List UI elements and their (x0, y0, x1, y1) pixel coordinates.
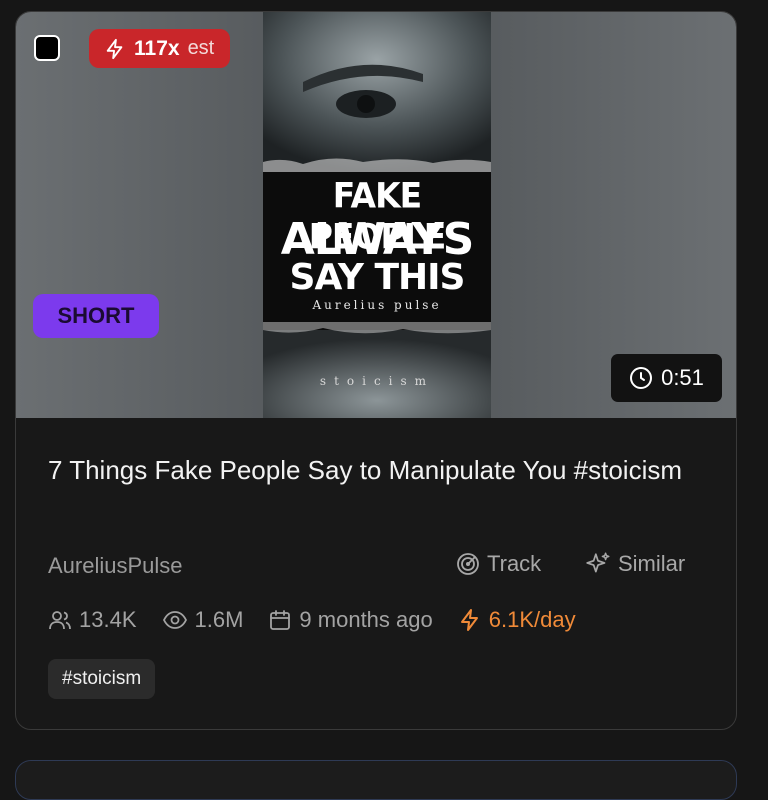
video-thumbnail[interactable]: FAKE PEOPLE ALWAYS SAY THIS Aurelius pul… (16, 12, 736, 418)
similar-label: Similar (618, 551, 686, 576)
daily-rate: 6.1K/day (488, 607, 576, 632)
clock-icon (630, 367, 653, 389)
published-stat: 9 months ago (268, 607, 433, 633)
estimate-badge: 117x est (89, 29, 231, 68)
select-checkbox[interactable] (34, 35, 60, 61)
video-card[interactable]: FAKE PEOPLE ALWAYS SAY THIS Aurelius pul… (15, 11, 737, 730)
channel-name[interactable]: AureliusPulse (48, 553, 183, 579)
estimate-value: 117x (134, 36, 180, 60)
radar-icon (457, 553, 479, 575)
published-date: 9 months ago (299, 607, 433, 632)
format-badge: SHORT (33, 294, 159, 338)
duration-text: 0:51 (661, 365, 704, 390)
tag-chip[interactable]: #stoicism (48, 659, 156, 699)
similar-button[interactable]: Similar (585, 551, 685, 577)
sparkle-icon (586, 552, 610, 573)
track-label: Track (487, 551, 542, 576)
views-count: 1.6M (194, 607, 244, 632)
estimate-suffix: est (187, 37, 215, 59)
poster-brand: Aurelius pulse (312, 298, 442, 312)
subscribers-stat: 13.4K (48, 607, 137, 633)
users-icon (49, 611, 71, 630)
bolt-icon (460, 609, 478, 631)
video-stats: 13.4K 1.6M 9 months ago 6.1K/day (48, 605, 601, 635)
subscribers-count: 13.4K (79, 607, 137, 632)
track-button[interactable]: Track (456, 551, 541, 577)
eye-icon (162, 611, 187, 629)
bolt-icon (106, 38, 123, 59)
video-title[interactable]: 7 Things Fake People Say to Manipulate Y… (48, 450, 688, 491)
views-stat: 1.6M (162, 607, 244, 633)
thumbnail-poster: FAKE PEOPLE ALWAYS SAY THIS Aurelius pul… (263, 12, 491, 418)
calendar-icon (270, 610, 291, 630)
duration-badge: 0:51 (611, 354, 722, 402)
next-video-card[interactable] (15, 760, 737, 800)
poster-footer: stoicism (319, 374, 435, 388)
daily-rate-stat: 6.1K/day (458, 607, 576, 633)
poster-headline-line-3: SAY THIS (289, 257, 466, 298)
